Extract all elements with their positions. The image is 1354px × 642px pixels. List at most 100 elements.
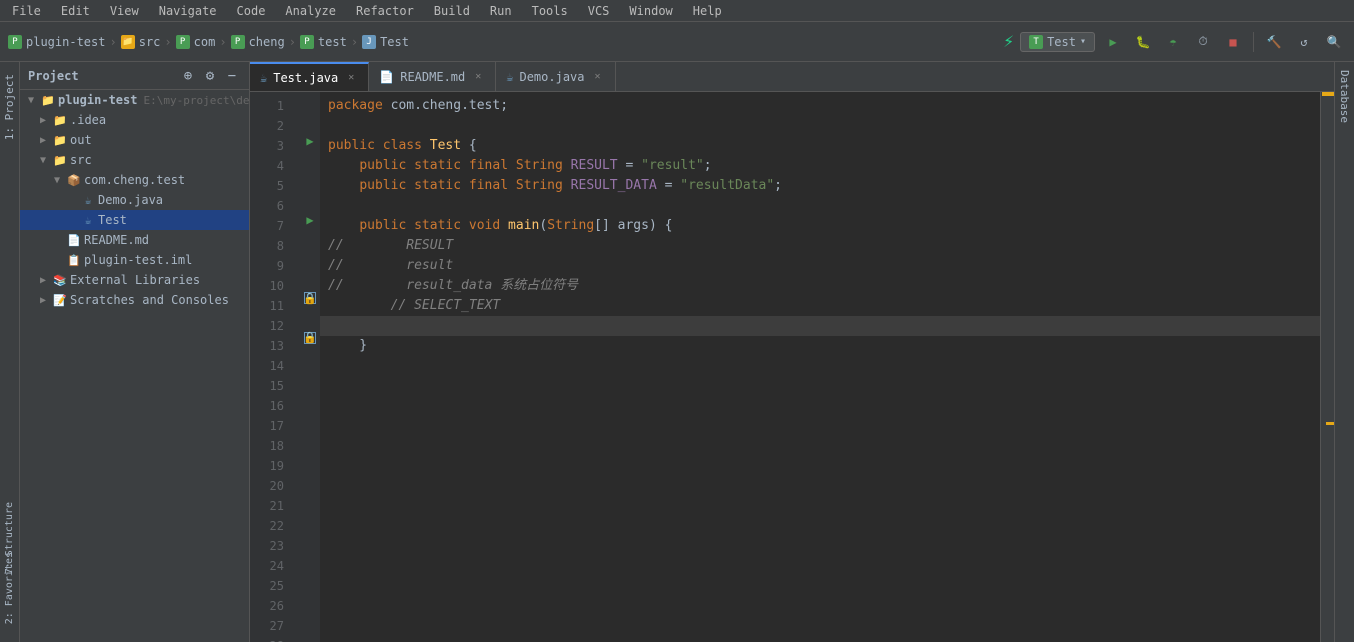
code-line-26 <box>320 596 1320 616</box>
menu-item-analyze[interactable]: Analyze <box>281 2 340 20</box>
sidebar-icons: ⊕ ⚙ − <box>179 67 241 85</box>
menu-item-help[interactable]: Help <box>689 2 726 20</box>
code-line-19 <box>320 456 1320 476</box>
run-config-icon: T <box>1029 35 1043 49</box>
code-line-14 <box>320 356 1320 376</box>
tab-demo-java-close[interactable]: ✕ <box>591 70 605 84</box>
gutter-6 <box>300 190 320 210</box>
tree-item-external-libs[interactable]: ▶ 📚 External Libraries <box>20 270 249 290</box>
tree-label-demo-java: Demo.java <box>98 193 163 207</box>
menu-item-edit[interactable]: Edit <box>57 2 94 20</box>
run-config-dropdown-icon[interactable]: ▾ <box>1080 36 1086 47</box>
editor-content: 1 2 3 4 5 6 7 8 9 10 11 12 13 14 15 16 1… <box>250 92 1334 642</box>
tree-item-scratches[interactable]: ▶ 📝 Scratches and Consoles <box>20 290 249 310</box>
line-num-21: 21 <box>250 496 292 516</box>
left-tab-strip: 1: Project 7: Structure 2: Favorites <box>0 62 20 642</box>
tab-demo-java-icon: ☕ <box>506 70 513 84</box>
line-numbers: 1 2 3 4 5 6 7 8 9 10 11 12 13 14 15 16 1… <box>250 92 300 642</box>
menu-item-view[interactable]: View <box>106 2 143 20</box>
tree-item-readme[interactable]: ▶ 📄 README.md <box>20 230 249 250</box>
breadcrumb-test-java[interactable]: Test <box>380 35 409 49</box>
tab-readme-close[interactable]: ✕ <box>471 70 485 84</box>
tree-label-idea: .idea <box>70 113 106 127</box>
tab-demo-java[interactable]: ☕ Demo.java ✕ <box>496 62 615 91</box>
tab-readme-icon: 📄 <box>379 70 394 84</box>
build-button[interactable]: 🔨 <box>1262 30 1286 54</box>
arrow-icon: ▼ <box>36 155 50 166</box>
line-num-16: 16 <box>250 396 292 416</box>
line-num-6: 6 <box>250 196 292 216</box>
code-line-9: // result <box>320 256 1320 276</box>
tree-label-iml: plugin-test.iml <box>84 253 192 267</box>
tree-item-src[interactable]: ▼ 📁 src <box>20 150 249 170</box>
menu-item-navigate[interactable]: Navigate <box>155 2 221 20</box>
tree-item-plugin-test[interactable]: ▼ 📁 plugin-test E:\my-project\de... <box>20 90 249 110</box>
profile-button[interactable]: ⏱ <box>1191 30 1215 54</box>
menu-item-run[interactable]: Run <box>486 2 516 20</box>
run-configuration[interactable]: T Test ▾ <box>1020 32 1095 52</box>
tree-label-package: com.cheng.test <box>84 173 185 187</box>
project-tab[interactable]: 1: Project <box>0 66 19 148</box>
menu-item-build[interactable]: Build <box>430 2 474 20</box>
plugin-action-icon[interactable]: ⚡ <box>1003 31 1014 52</box>
tree-item-iml[interactable]: ▶ 📋 plugin-test.iml <box>20 250 249 270</box>
tree-item-package[interactable]: ▼ 📦 com.cheng.test <box>20 170 249 190</box>
sidebar-close-icon[interactable]: − <box>223 67 241 85</box>
scroll-marker-mid <box>1326 422 1334 425</box>
line-num-14: 14 <box>250 356 292 376</box>
menu-item-tools[interactable]: Tools <box>528 2 572 20</box>
tab-readme-label: README.md <box>400 70 465 84</box>
kw-package: package <box>328 96 383 116</box>
line-num-13: 13 <box>250 336 292 356</box>
menu-item-file[interactable]: File <box>8 2 45 20</box>
coverage-button[interactable]: ☂ <box>1161 30 1185 54</box>
menu-item-window[interactable]: Window <box>625 2 676 20</box>
code-line-6 <box>320 196 1320 216</box>
tree-item-out[interactable]: ▶ 📁 out <box>20 130 249 150</box>
tab-test-java-close[interactable]: ✕ <box>344 71 358 85</box>
tree-item-idea[interactable]: ▶ 📁 .idea <box>20 110 249 130</box>
tree-item-demo-java[interactable]: ▶ ☕ Demo.java <box>20 190 249 210</box>
breadcrumb-cheng[interactable]: cheng <box>249 35 285 49</box>
minimap-scrollbar[interactable] <box>1320 92 1334 642</box>
tab-test-java[interactable]: ☕ Test.java ✕ <box>250 62 369 91</box>
tree-label-plugin-test: plugin-test <box>58 93 137 107</box>
code-line-13: } <box>320 336 1320 356</box>
tab-readme[interactable]: 📄 README.md ✕ <box>369 62 496 91</box>
reload-button[interactable]: ↺ <box>1292 30 1316 54</box>
code-line-22 <box>320 516 1320 536</box>
menu-item-vcs[interactable]: VCS <box>584 2 614 20</box>
code-line-18 <box>320 436 1320 456</box>
breadcrumb-test-pkg[interactable]: test <box>318 35 347 49</box>
run-button[interactable]: ▶ <box>1101 30 1125 54</box>
gutter-7[interactable]: ▶ <box>300 210 320 230</box>
sidebar-settings-icon[interactable]: ⚙ <box>201 67 219 85</box>
search-everywhere-button[interactable]: 🔍 <box>1322 30 1346 54</box>
line-num-22: 22 <box>250 516 292 536</box>
gutter-10 <box>300 269 320 289</box>
gutter-1 <box>300 92 320 112</box>
code-line-23 <box>320 536 1320 556</box>
menu-item-code[interactable]: Code <box>233 2 270 20</box>
project-folder-icon: 📁 <box>40 92 56 108</box>
gutter-3[interactable]: ▶ <box>300 131 320 151</box>
tree-item-test-java[interactable]: ▶ ☕ Test <box>20 210 249 230</box>
test-java-file-icon: ☕ <box>80 212 96 228</box>
code-line-5: public static final String RESULT_DATA =… <box>320 176 1320 196</box>
code-editor[interactable]: package com.cheng.test; public class Tes… <box>320 92 1320 642</box>
code-line-2 <box>320 116 1320 136</box>
breadcrumb-src[interactable]: src <box>139 35 161 49</box>
breadcrumb-com[interactable]: com <box>194 35 216 49</box>
debug-button[interactable]: 🐛 <box>1131 30 1155 54</box>
menu-item-refactor[interactable]: Refactor <box>352 2 418 20</box>
tree-label-src: src <box>70 153 92 167</box>
breadcrumb-project[interactable]: plugin-test <box>26 35 105 49</box>
readme-icon: 📄 <box>66 232 82 248</box>
favorites-tab[interactable]: 2: Favorites <box>1 544 18 632</box>
code-line-21 <box>320 496 1320 516</box>
sidebar-add-icon[interactable]: ⊕ <box>179 67 197 85</box>
database-tab[interactable]: Database <box>1335 62 1354 131</box>
stop-button[interactable]: ■ <box>1221 30 1245 54</box>
test-java-icon: J <box>362 35 376 49</box>
line-num-25: 25 <box>250 576 292 596</box>
